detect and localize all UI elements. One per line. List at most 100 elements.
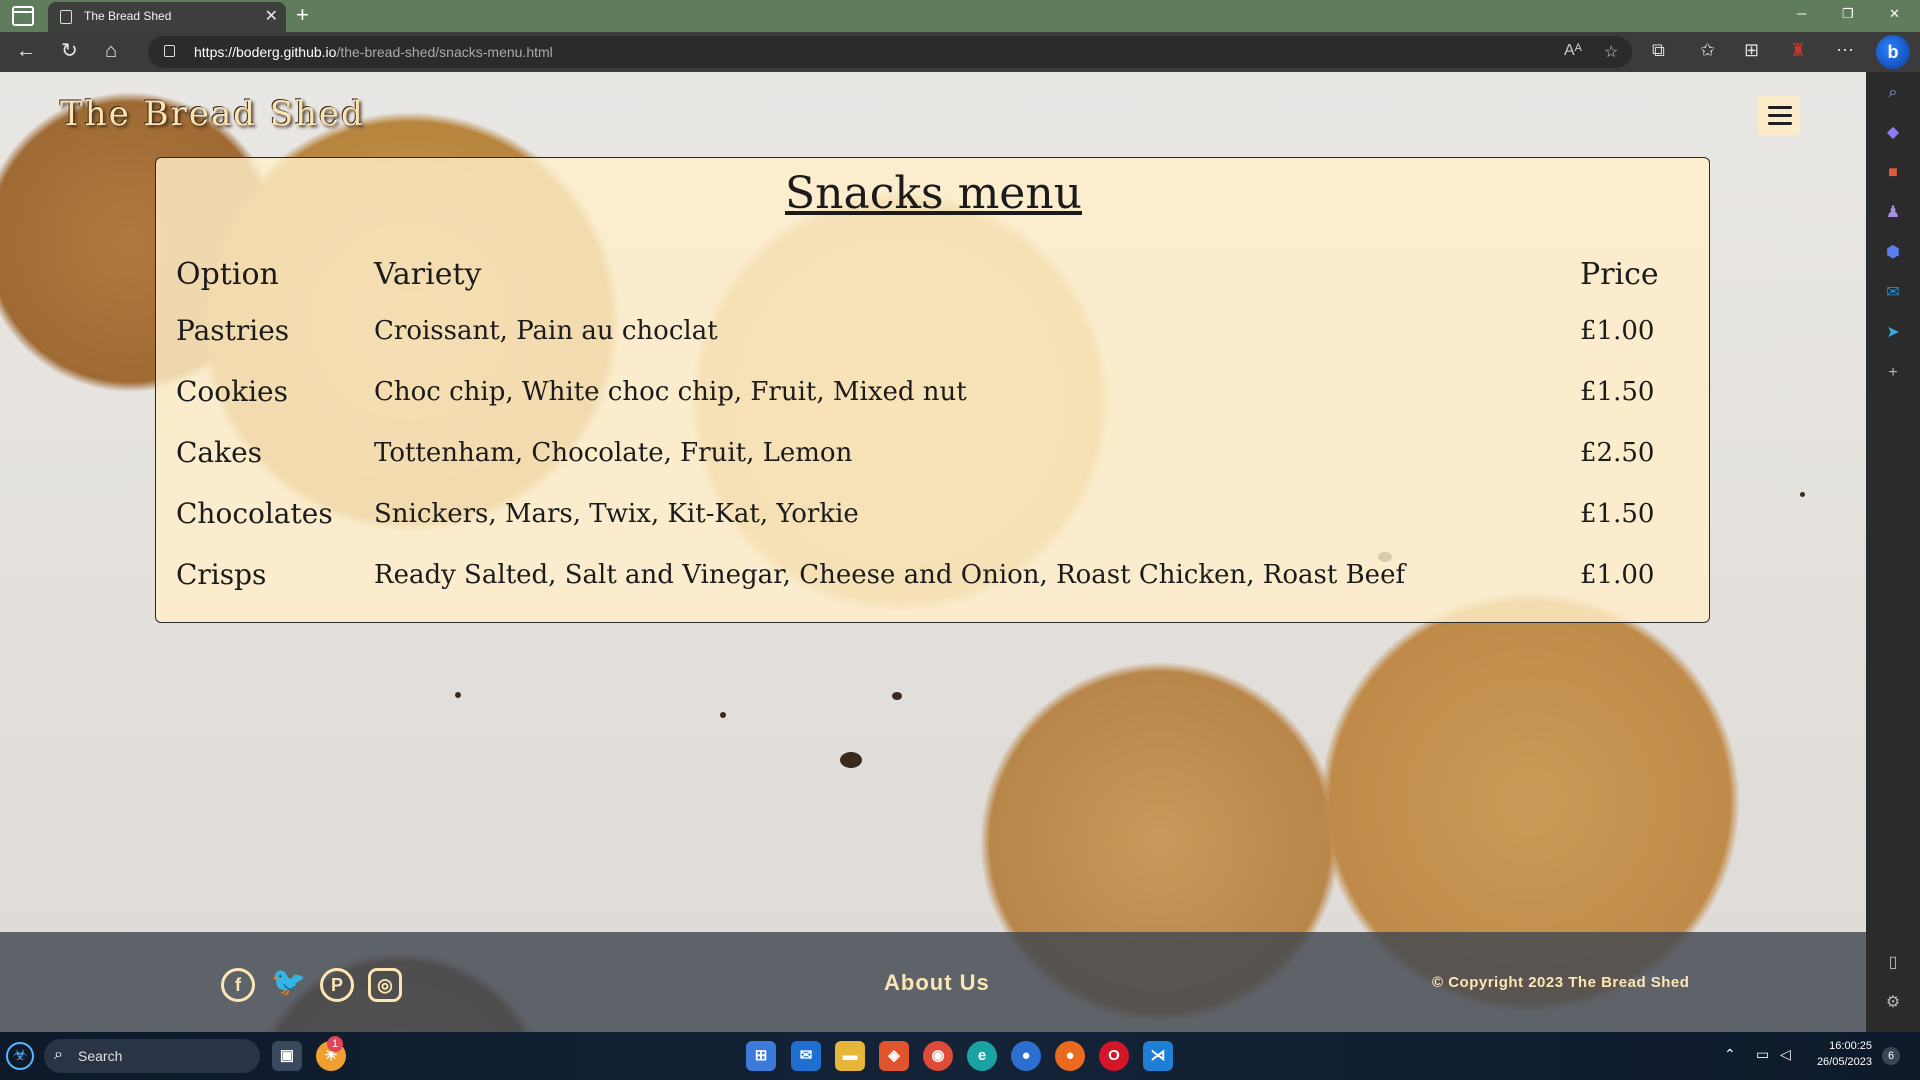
menu-option: Pastries [176, 314, 290, 347]
copyright-text: © Copyright 2023 The Bread Shed [1432, 974, 1690, 991]
profile-icon[interactable]: ♜ [1790, 40, 1806, 61]
menu-heading: Snacks menu [784, 168, 1083, 219]
menu-variety: Ready Salted, Salt and Vinegar, Cheese a… [374, 559, 1406, 590]
tab-actions-icon[interactable] [12, 6, 34, 26]
menu-variety: Croissant, Pain au choclat [374, 315, 718, 346]
crumb [892, 692, 902, 700]
menu-table: Option Variety Price Pastries Croissant,… [176, 248, 1691, 605]
collections-icon[interactable]: ⊞ [1744, 40, 1759, 61]
restore-icon[interactable]: ❐ [1842, 6, 1854, 22]
browser-toolbar: ← ↻ ⌂ https://boderg.github.io/the-bread… [0, 32, 1920, 72]
firefox-dev-icon[interactable]: ● [1011, 1041, 1041, 1071]
drop-icon[interactable]: ➤ [1882, 322, 1904, 344]
brave-icon[interactable]: ◈ [879, 1041, 909, 1071]
notification-badge: 1 [327, 1036, 343, 1052]
search-icon[interactable]: ⌕ [1882, 82, 1904, 104]
sidebar-toggle-icon[interactable]: ▯ [1882, 952, 1904, 974]
menu-option: Cakes [176, 436, 263, 469]
site-title[interactable]: The Bread Shed [60, 94, 365, 134]
taskbar-search-label: Search [78, 1048, 123, 1064]
about-us-link[interactable]: About Us [884, 970, 990, 996]
snacks-menu-card: Snacks menu Option Variety Price Pastrie… [155, 157, 1710, 623]
opera-icon[interactable]: O [1099, 1041, 1129, 1071]
menu-price: £1.50 [1580, 376, 1655, 407]
page-icon [60, 10, 72, 24]
browser-tab-bar: The Bread Shed ✕ + ─ ❐ ✕ [0, 0, 1920, 32]
clock-date[interactable]: 26/05/2023 [1800, 1056, 1872, 1068]
column-header-variety: Variety [374, 256, 482, 292]
address-bar[interactable]: https://boderg.github.io/the-bread-shed/… [148, 36, 1632, 68]
chrome-icon[interactable]: ◉ [923, 1041, 953, 1071]
table-row: Pastries Croissant, Pain au choclat £1.0… [176, 300, 1691, 361]
new-tab-icon[interactable]: + [296, 2, 309, 28]
tray-overflow-icon[interactable]: ⌃ [1724, 1046, 1736, 1063]
menu-option: Crisps [176, 558, 267, 591]
windows-taskbar: ☣ ⌕ Search ▣ ☀ 1 ⊞ ✉ ▬ ◈ ◉ e ● ● O ⋊ ⌃ ▭… [0, 1032, 1920, 1080]
close-window-icon[interactable]: ✕ [1889, 6, 1900, 22]
favorites-icon[interactable]: ✩ [1700, 40, 1715, 61]
hamburger-menu-icon[interactable] [1758, 96, 1800, 136]
page-viewport: The Bread Shed Snacks menu Option Variet… [0, 72, 1866, 1032]
tab-title: The Bread Shed [84, 9, 172, 23]
firefox-icon[interactable]: ● [1055, 1041, 1085, 1071]
close-tab-icon[interactable]: ✕ [265, 6, 278, 26]
settings-icon[interactable]: ⚙ [1882, 992, 1904, 1014]
twitter-icon[interactable]: 🐦 [271, 968, 306, 1002]
notification-center-badge[interactable]: 6 [1882, 1047, 1900, 1065]
back-icon[interactable]: ← [16, 40, 36, 62]
start-icon[interactable]: ☣ [6, 1042, 34, 1070]
taskbar-search[interactable]: ⌕ Search [44, 1039, 260, 1073]
outlook-icon[interactable]: ✉ [1882, 282, 1904, 304]
read-aloud-icon[interactable]: Aᴬ [1564, 42, 1582, 60]
menu-header-row: Option Variety Price [176, 248, 1691, 300]
extensions-icon[interactable]: ⧉ [1652, 40, 1665, 61]
menu-price: £1.50 [1580, 498, 1655, 529]
table-row: Chocolates Snickers, Mars, Twix, Kit-Kat… [176, 483, 1691, 544]
crumb [1800, 492, 1805, 497]
instagram-icon[interactable]: ◎ [368, 968, 402, 1002]
minimize-icon[interactable]: ─ [1797, 6, 1806, 21]
crumb [720, 712, 726, 718]
tools-icon[interactable]: ■ [1882, 162, 1904, 184]
bing-icon[interactable]: b [1876, 35, 1910, 69]
facebook-icon[interactable]: f [221, 968, 255, 1002]
start-menu-app-icon[interactable]: ⊞ [746, 1041, 776, 1071]
crumb [840, 752, 862, 768]
volume-icon[interactable]: ◁ [1780, 1046, 1791, 1063]
refresh-icon[interactable]: ↻ [61, 40, 78, 62]
clock-time[interactable]: 16:00:25 [1800, 1040, 1872, 1052]
network-icon[interactable]: ▭ [1756, 1046, 1769, 1063]
edge-sidebar: ⌕ ◆ ■ ♟ ⬢ ✉ ➤ + ▯ ⚙ [1866, 72, 1920, 1032]
pinterest-icon[interactable]: P [320, 968, 354, 1002]
menu-option: Chocolates [176, 497, 333, 530]
menu-option: Cookies [176, 375, 288, 408]
microsoft-365-icon[interactable]: ⬢ [1882, 242, 1904, 264]
site-footer: f 🐦 P ◎ About Us © Copyright 2023 The Br… [0, 932, 1866, 1032]
browser-tab[interactable]: The Bread Shed ✕ [48, 2, 286, 32]
mail-icon[interactable]: ✉ [791, 1041, 821, 1071]
task-view-icon[interactable]: ▣ [272, 1041, 302, 1071]
column-header-option: Option [176, 256, 279, 292]
shopping-icon[interactable]: ◆ [1882, 122, 1904, 144]
file-explorer-icon[interactable]: ▬ [835, 1041, 865, 1071]
menu-variety: Tottenham, Chocolate, Fruit, Lemon [374, 437, 853, 468]
edge-icon[interactable]: e [967, 1041, 997, 1071]
menu-price: £1.00 [1580, 315, 1655, 346]
table-row: Crisps Ready Salted, Salt and Vinegar, C… [176, 544, 1691, 605]
url-text[interactable]: https://boderg.github.io/the-bread-shed/… [194, 44, 553, 60]
add-icon[interactable]: + [1882, 362, 1904, 384]
menu-price: £2.50 [1580, 437, 1655, 468]
vscode-icon[interactable]: ⋊ [1143, 1041, 1173, 1071]
column-header-price: Price [1580, 256, 1659, 292]
search-icon: ⌕ [54, 1046, 63, 1063]
table-row: Cakes Tottenham, Chocolate, Fruit, Lemon… [176, 422, 1691, 483]
games-icon[interactable]: ♟ [1882, 202, 1904, 224]
home-icon[interactable]: ⌂ [105, 40, 117, 62]
menu-variety: Snickers, Mars, Twix, Kit-Kat, Yorkie [374, 498, 859, 529]
table-row: Cookies Choc chip, White choc chip, Frui… [176, 361, 1691, 422]
lock-icon[interactable] [164, 45, 175, 57]
favorite-add-icon[interactable]: ☆ [1604, 42, 1618, 62]
menu-price: £1.00 [1580, 559, 1655, 590]
more-menu-icon[interactable]: ⋯ [1836, 40, 1854, 61]
crumb [455, 692, 461, 698]
